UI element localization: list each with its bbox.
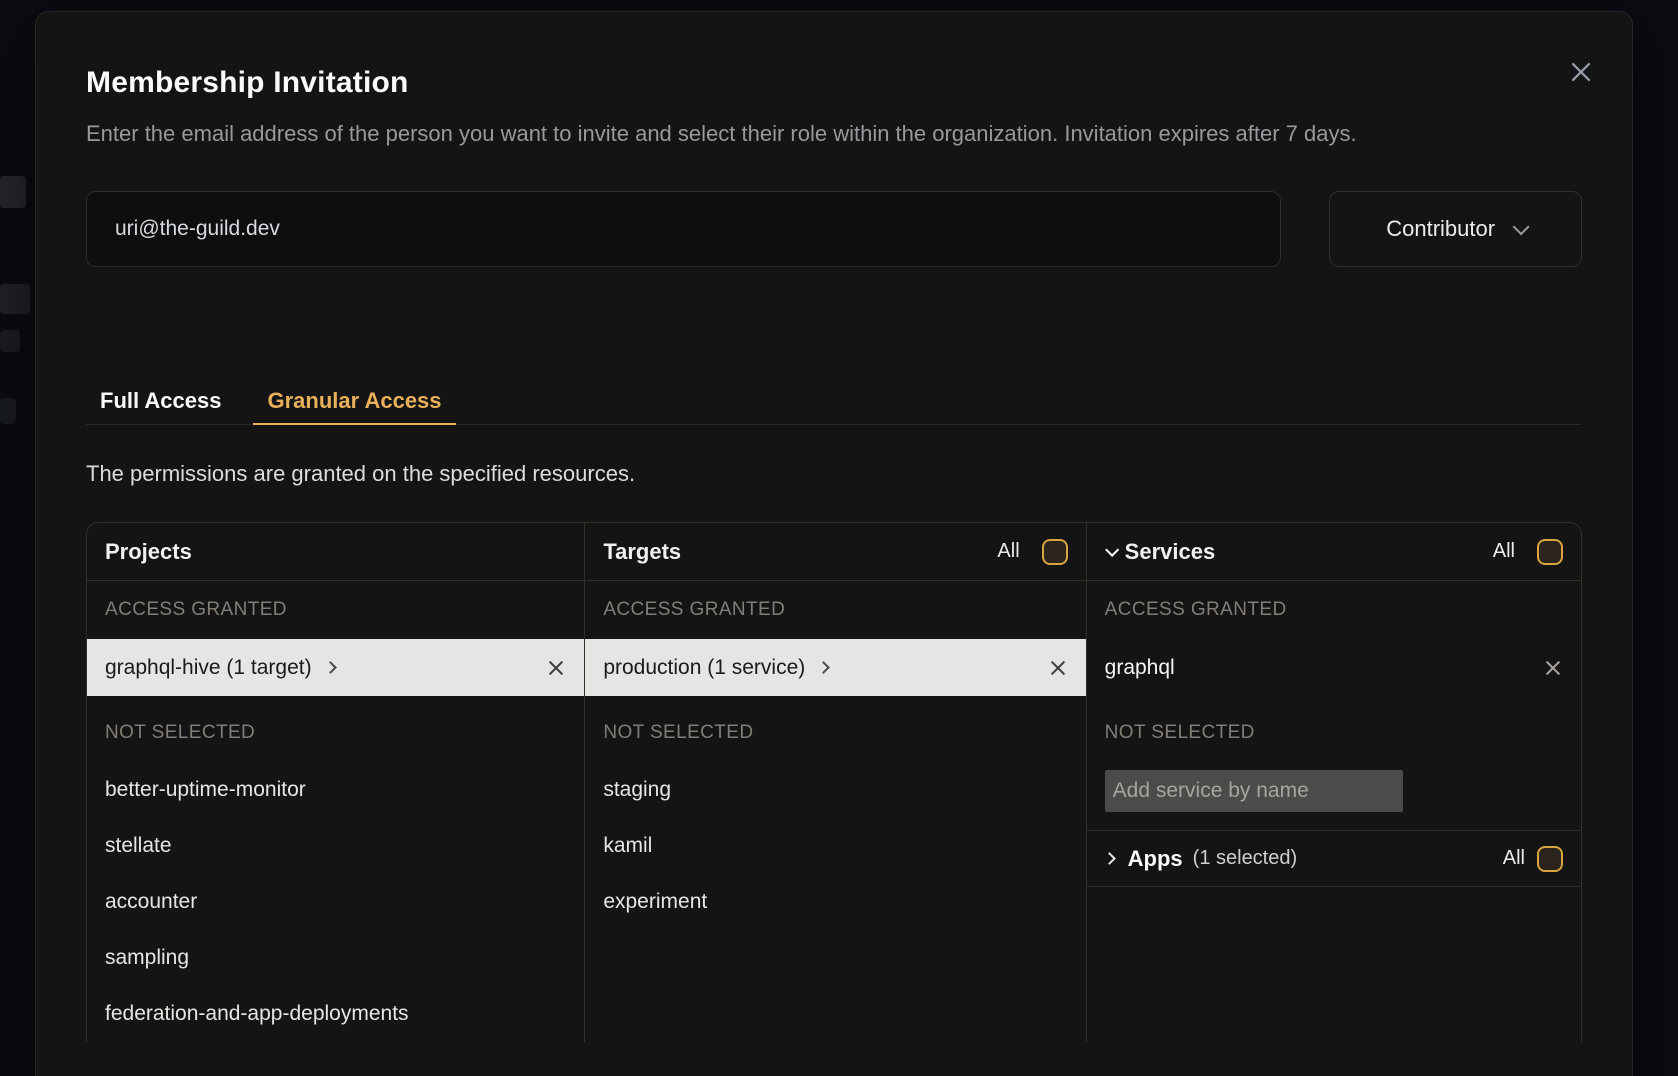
apps-all-checkbox[interactable] <box>1537 846 1563 872</box>
role-select[interactable]: Contributor <box>1329 191 1582 267</box>
targets-all-label: All <box>997 540 1019 563</box>
targets-title: Targets <box>603 539 681 565</box>
project-list-item[interactable]: sampling <box>87 930 584 986</box>
background-page-remnant <box>0 284 30 314</box>
close-icon <box>1568 59 1594 85</box>
project-list-item[interactable]: stellate <box>87 818 584 874</box>
chevron-right-icon <box>817 661 830 674</box>
target-list-item[interactable]: kamil <box>585 818 1085 874</box>
tab-granular-access[interactable]: Granular Access <box>253 379 455 425</box>
targets-all-checkbox[interactable] <box>1042 539 1068 565</box>
close-button[interactable] <box>1568 58 1596 86</box>
projects-title: Projects <box>105 539 192 565</box>
targets-not-selected-label: NOT SELECTED <box>585 718 1085 748</box>
page-backdrop: Membership Invitation Enter the email ad… <box>0 0 1678 1076</box>
remove-project-icon[interactable] <box>546 658 566 678</box>
projects-not-selected-label: NOT SELECTED <box>87 718 584 748</box>
targets-header: Targets All <box>585 523 1085 581</box>
services-column: Services All ACCESS GRANTED graphql NOT … <box>1086 523 1581 1042</box>
background-page-remnant <box>0 176 26 208</box>
background-page-remnant <box>0 330 20 352</box>
tab-full-access[interactable]: Full Access <box>86 379 235 425</box>
project-list-item[interactable]: federation-and-app-deployments <box>87 986 584 1042</box>
chevron-down-icon <box>1513 218 1530 235</box>
services-header[interactable]: Services All <box>1087 523 1581 581</box>
dialog-description: Enter the email address of the person yo… <box>86 116 1506 151</box>
targets-access-granted-label: ACCESS GRANTED <box>585 581 1085 639</box>
selected-target-label: production (1 service) <box>603 656 805 680</box>
email-input[interactable] <box>86 191 1281 267</box>
dialog-title: Membership Invitation <box>86 64 1582 102</box>
role-select-value: Contributor <box>1386 216 1495 242</box>
projects-access-granted-label: ACCESS GRANTED <box>87 581 584 639</box>
projects-column: Projects ACCESS GRANTED graphql-hive (1 … <box>87 523 584 1042</box>
apps-title: Apps <box>1128 846 1183 872</box>
apps-row[interactable]: Apps (1 selected) All <box>1087 830 1581 887</box>
remove-target-icon[interactable] <box>1048 658 1068 678</box>
apps-count: (1 selected) <box>1193 847 1298 870</box>
project-list-item[interactable]: accounter <box>87 874 584 930</box>
add-service-input[interactable] <box>1105 770 1403 812</box>
services-all-checkbox[interactable] <box>1537 539 1563 565</box>
chevron-right-icon <box>1103 852 1116 865</box>
background-page-remnant <box>0 398 16 424</box>
target-list-item[interactable]: experiment <box>585 874 1085 930</box>
chevron-down-icon <box>1105 542 1119 556</box>
membership-invitation-dialog: Membership Invitation Enter the email ad… <box>35 11 1633 1076</box>
project-list-item[interactable]: better-uptime-monitor <box>87 762 584 818</box>
invite-row: Contributor <box>86 191 1582 267</box>
access-tabs: Full Access Granular Access <box>86 379 1582 425</box>
remove-service-icon[interactable] <box>1543 658 1563 678</box>
selected-project-row[interactable]: graphql-hive (1 target) <box>87 639 584 696</box>
projects-header: Projects <box>87 523 584 581</box>
selected-target-row[interactable]: production (1 service) <box>585 639 1085 696</box>
services-all-label: All <box>1493 540 1515 563</box>
services-title: Services <box>1125 539 1216 565</box>
permissions-note: The permissions are granted on the speci… <box>86 461 1582 487</box>
services-not-selected-label: NOT SELECTED <box>1087 718 1581 748</box>
resources-grid: Projects ACCESS GRANTED graphql-hive (1 … <box>86 522 1582 1042</box>
apps-all-label: All <box>1503 847 1525 870</box>
selected-service-label: graphql <box>1105 656 1175 680</box>
selected-project-label: graphql-hive (1 target) <box>105 656 312 680</box>
targets-column: Targets All ACCESS GRANTED production (1… <box>584 523 1085 1042</box>
selected-service-row[interactable]: graphql <box>1087 639 1581 696</box>
target-list-item[interactable]: staging <box>585 762 1085 818</box>
services-access-granted-label: ACCESS GRANTED <box>1087 581 1581 639</box>
chevron-right-icon <box>324 661 337 674</box>
